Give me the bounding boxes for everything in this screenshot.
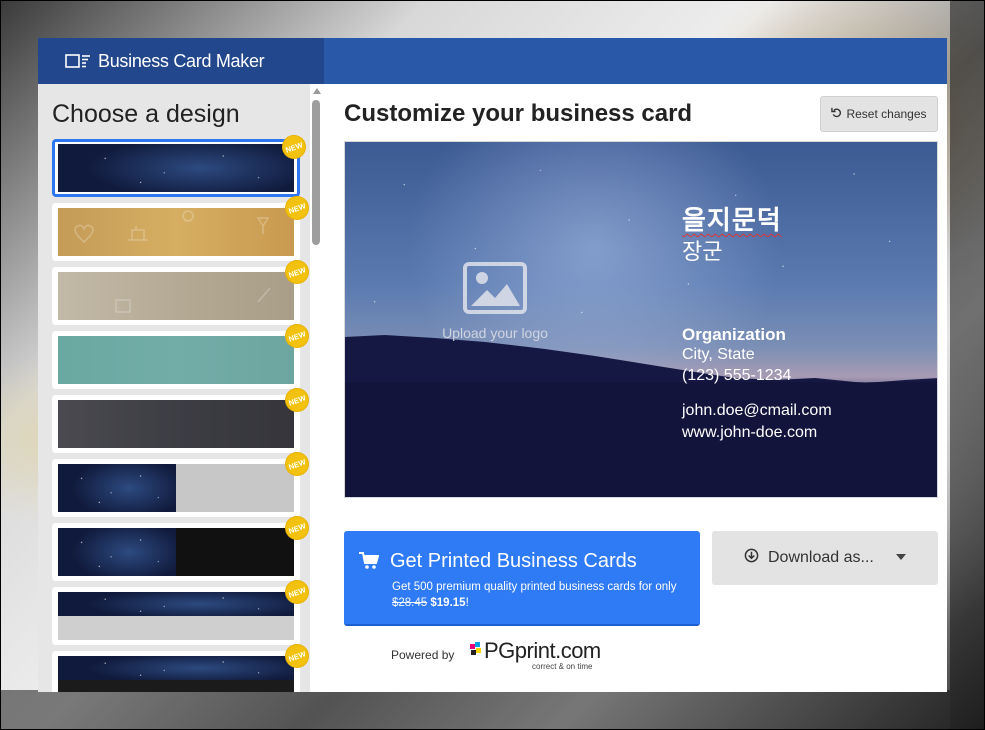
app-window: Business Card Maker Choose a design NEW [38, 38, 947, 692]
pgprint-brand: PGprint.com [484, 638, 601, 663]
download-icon [744, 548, 759, 568]
reset-changes-label: Reset changes [846, 107, 927, 121]
design-option-starry-night[interactable]: NEW [52, 132, 309, 197]
design-option-taupe[interactable]: NEW [52, 257, 310, 325]
upload-logo-label: Upload your logo [442, 325, 548, 341]
scrollbar-thumb[interactable] [312, 100, 320, 245]
pgprint-logo[interactable]: PGprint.com correct & on time [468, 638, 618, 674]
card-phone[interactable]: (123) 555-1234 [682, 367, 791, 385]
design-swatch [58, 208, 294, 256]
powered-by-label: Powered by [391, 648, 455, 662]
design-swatch [58, 656, 294, 692]
print-offer-text: Get 500 premium quality printed business… [392, 579, 692, 611]
design-swatch [58, 528, 294, 576]
card-maker-icon [65, 53, 91, 69]
sidebar-scrollbar[interactable] [310, 84, 324, 692]
design-option-teal[interactable]: NEW [52, 321, 310, 389]
scroll-up-arrow-icon[interactable] [313, 88, 321, 94]
reset-changes-button[interactable]: Reset changes [820, 96, 938, 132]
new-price: $19.15 [430, 597, 466, 609]
old-price: $28.45 [392, 597, 428, 609]
design-sidebar: Choose a design NEW NEW NEW NEW NEW NEW … [38, 84, 310, 692]
undo-icon [831, 107, 842, 121]
app-title: Business Card Maker [98, 50, 265, 71]
download-as-dropdown[interactable]: Download as... [712, 531, 938, 585]
design-option-stars-silver[interactable]: NEW [52, 577, 310, 645]
mountain-silhouette [345, 335, 937, 497]
design-swatch [58, 464, 294, 512]
design-option-stars-grey[interactable]: NEW [52, 449, 310, 517]
upload-logo-area[interactable]: Upload your logo [435, 262, 555, 341]
card-website[interactable]: www.john-doe.com [682, 424, 817, 442]
card-email[interactable]: john.doe@cmail.com [682, 402, 832, 420]
card-city-state[interactable]: City, State [682, 346, 755, 364]
design-option-stars-black[interactable]: NEW [52, 513, 310, 581]
offer-description: Get 500 premium quality printed business… [392, 581, 677, 593]
pgprint-tagline: correct & on time [532, 662, 593, 671]
page-title: Customize your business card [344, 100, 693, 127]
image-placeholder-icon [463, 262, 527, 318]
top-bar: Business Card Maker [38, 38, 947, 84]
design-option-gold[interactable]: NEW [52, 193, 310, 261]
card-job-title[interactable]: 장군 [682, 234, 722, 266]
offer-suffix: ! [465, 597, 469, 609]
get-printed-cards-button[interactable]: Get Printed Business Cards Get 500 premi… [344, 531, 700, 626]
business-card-preview: Upload your logo 을지문덕 장군 Organization Ci… [344, 141, 938, 498]
brand[interactable]: Business Card Maker [38, 38, 324, 84]
design-swatch [58, 592, 294, 640]
design-swatch [58, 400, 294, 448]
card-organization[interactable]: Organization [682, 325, 786, 345]
design-list: NEW NEW NEW NEW NEW NEW NEW NEW NEW [52, 132, 310, 692]
design-option-stars-dark[interactable]: NEW [52, 641, 310, 692]
pgprint-mark-icon [470, 642, 481, 655]
chevron-down-icon [896, 554, 906, 560]
design-swatch [58, 272, 294, 320]
design-option-charcoal[interactable]: NEW [52, 385, 310, 453]
design-swatch [58, 144, 294, 192]
print-button-label: Get Printed Business Cards [390, 550, 637, 572]
design-swatch [58, 336, 294, 384]
download-label: Download as... [768, 549, 874, 566]
cart-icon [359, 552, 380, 575]
card-name[interactable]: 을지문덕 [682, 200, 782, 237]
sidebar-title: Choose a design [52, 100, 240, 128]
